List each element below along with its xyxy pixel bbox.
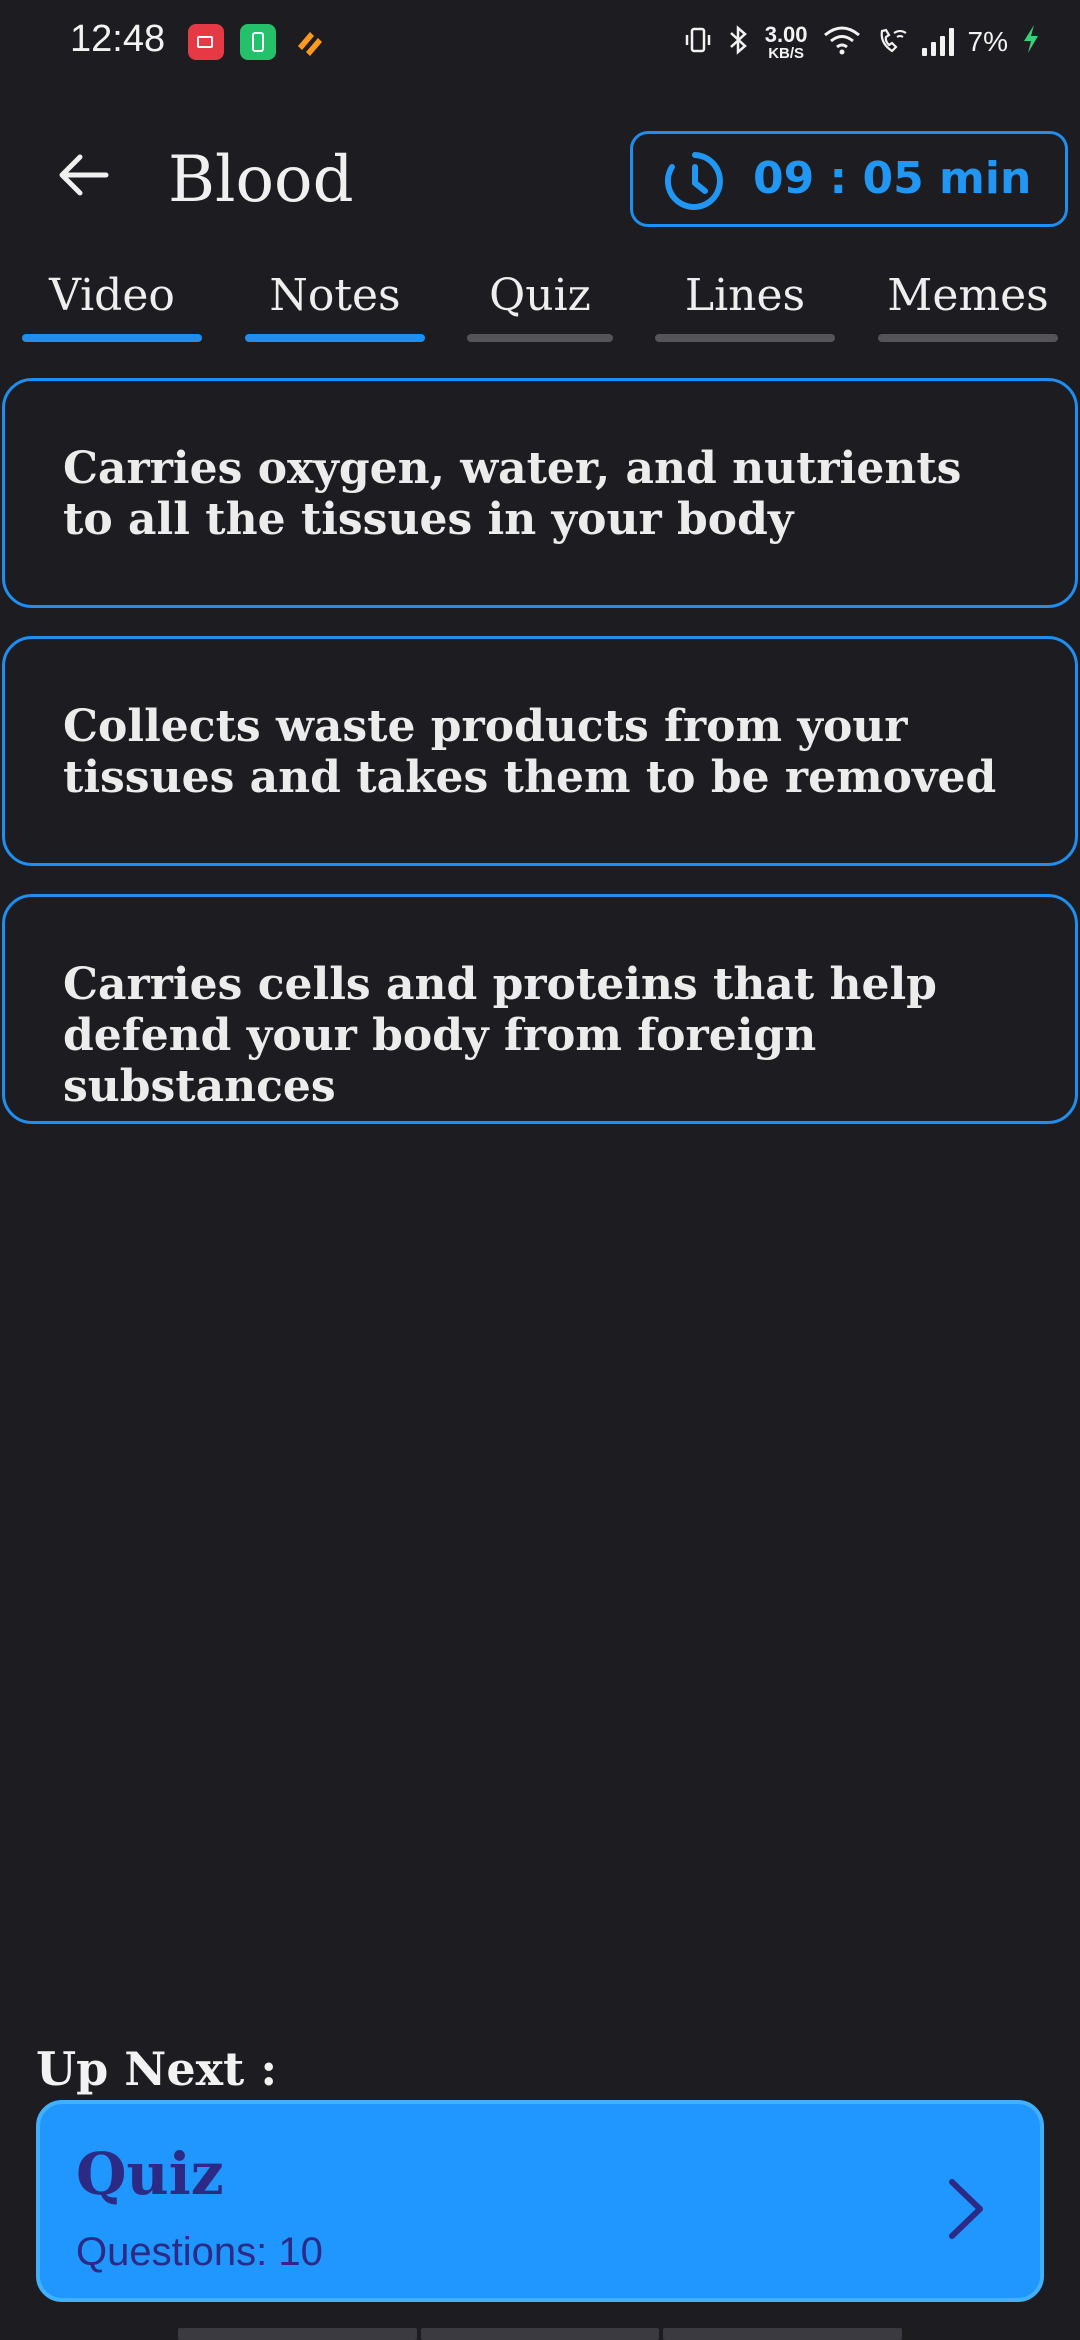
status-time: 12:48 (70, 18, 166, 60)
net-speed-unit: KB/S (768, 44, 805, 62)
tab-indicator (245, 334, 425, 342)
signal-icon (921, 28, 954, 56)
net-speed: 3.00 KB/S (764, 21, 808, 62)
tab-label: Video (49, 270, 175, 321)
tab-label: Quiz (489, 270, 591, 321)
timer-value: 09 : 05 min (753, 153, 1032, 204)
note-card: Carries cells and proteins that help def… (2, 894, 1078, 1124)
wifi-calling-icon (876, 25, 908, 60)
vibrate-icon (683, 25, 713, 60)
tab-lines[interactable]: Lines (655, 268, 835, 348)
battery-saver-icon (240, 24, 276, 60)
note-text: Carries cells and proteins that help def… (63, 959, 937, 1112)
tab-bar: Video Notes Quiz Lines Memes (0, 268, 1080, 348)
page-title: Blood (168, 143, 354, 217)
chevron-right-icon (949, 2179, 983, 2239)
up-next-subtitle: Questions: 10 (76, 2230, 323, 2274)
back-button[interactable] (50, 140, 120, 210)
status-icons: 3.00 KB/S 7% (683, 18, 1040, 66)
tab-indicator (22, 334, 202, 342)
timer-badge: 09 : 05 min (630, 131, 1068, 227)
wifi-icon (822, 25, 862, 60)
tab-video[interactable]: Video (22, 268, 202, 348)
tab-indicator (467, 334, 613, 342)
up-next-card[interactable]: Quiz Questions: 10 (36, 2100, 1044, 2302)
note-text: Collects waste products from your tissue… (63, 701, 997, 803)
tab-indicator (655, 334, 835, 342)
tab-memes[interactable]: Memes (878, 268, 1058, 348)
note-card: Carries oxygen, water, and nutrients to … (2, 378, 1078, 608)
arrow-left-icon (59, 154, 109, 196)
up-next-label: Up Next : (36, 2042, 278, 2096)
tab-notes[interactable]: Notes (245, 268, 425, 348)
status-bar: 12:48 3.00 KB/S 7% (0, 0, 1080, 84)
app-notification-icon (292, 24, 328, 60)
tab-label: Lines (684, 270, 806, 321)
up-next-title: Quiz (76, 2140, 224, 2208)
home-indicator[interactable] (178, 2328, 903, 2340)
note-text: Carries oxygen, water, and nutrients to … (63, 443, 962, 545)
bluetooth-icon (727, 24, 751, 61)
tab-label: Memes (887, 270, 1049, 321)
screen-record-icon (188, 24, 224, 60)
tab-indicator (878, 334, 1058, 342)
clock-icon (664, 152, 723, 210)
net-speed-value: 3.00 (764, 21, 808, 47)
battery-level: 7% (967, 26, 1008, 57)
charging-icon (1022, 23, 1040, 62)
tab-label: Notes (269, 270, 401, 321)
tab-quiz[interactable]: Quiz (467, 268, 613, 348)
note-card: Collects waste products from your tissue… (2, 636, 1078, 866)
